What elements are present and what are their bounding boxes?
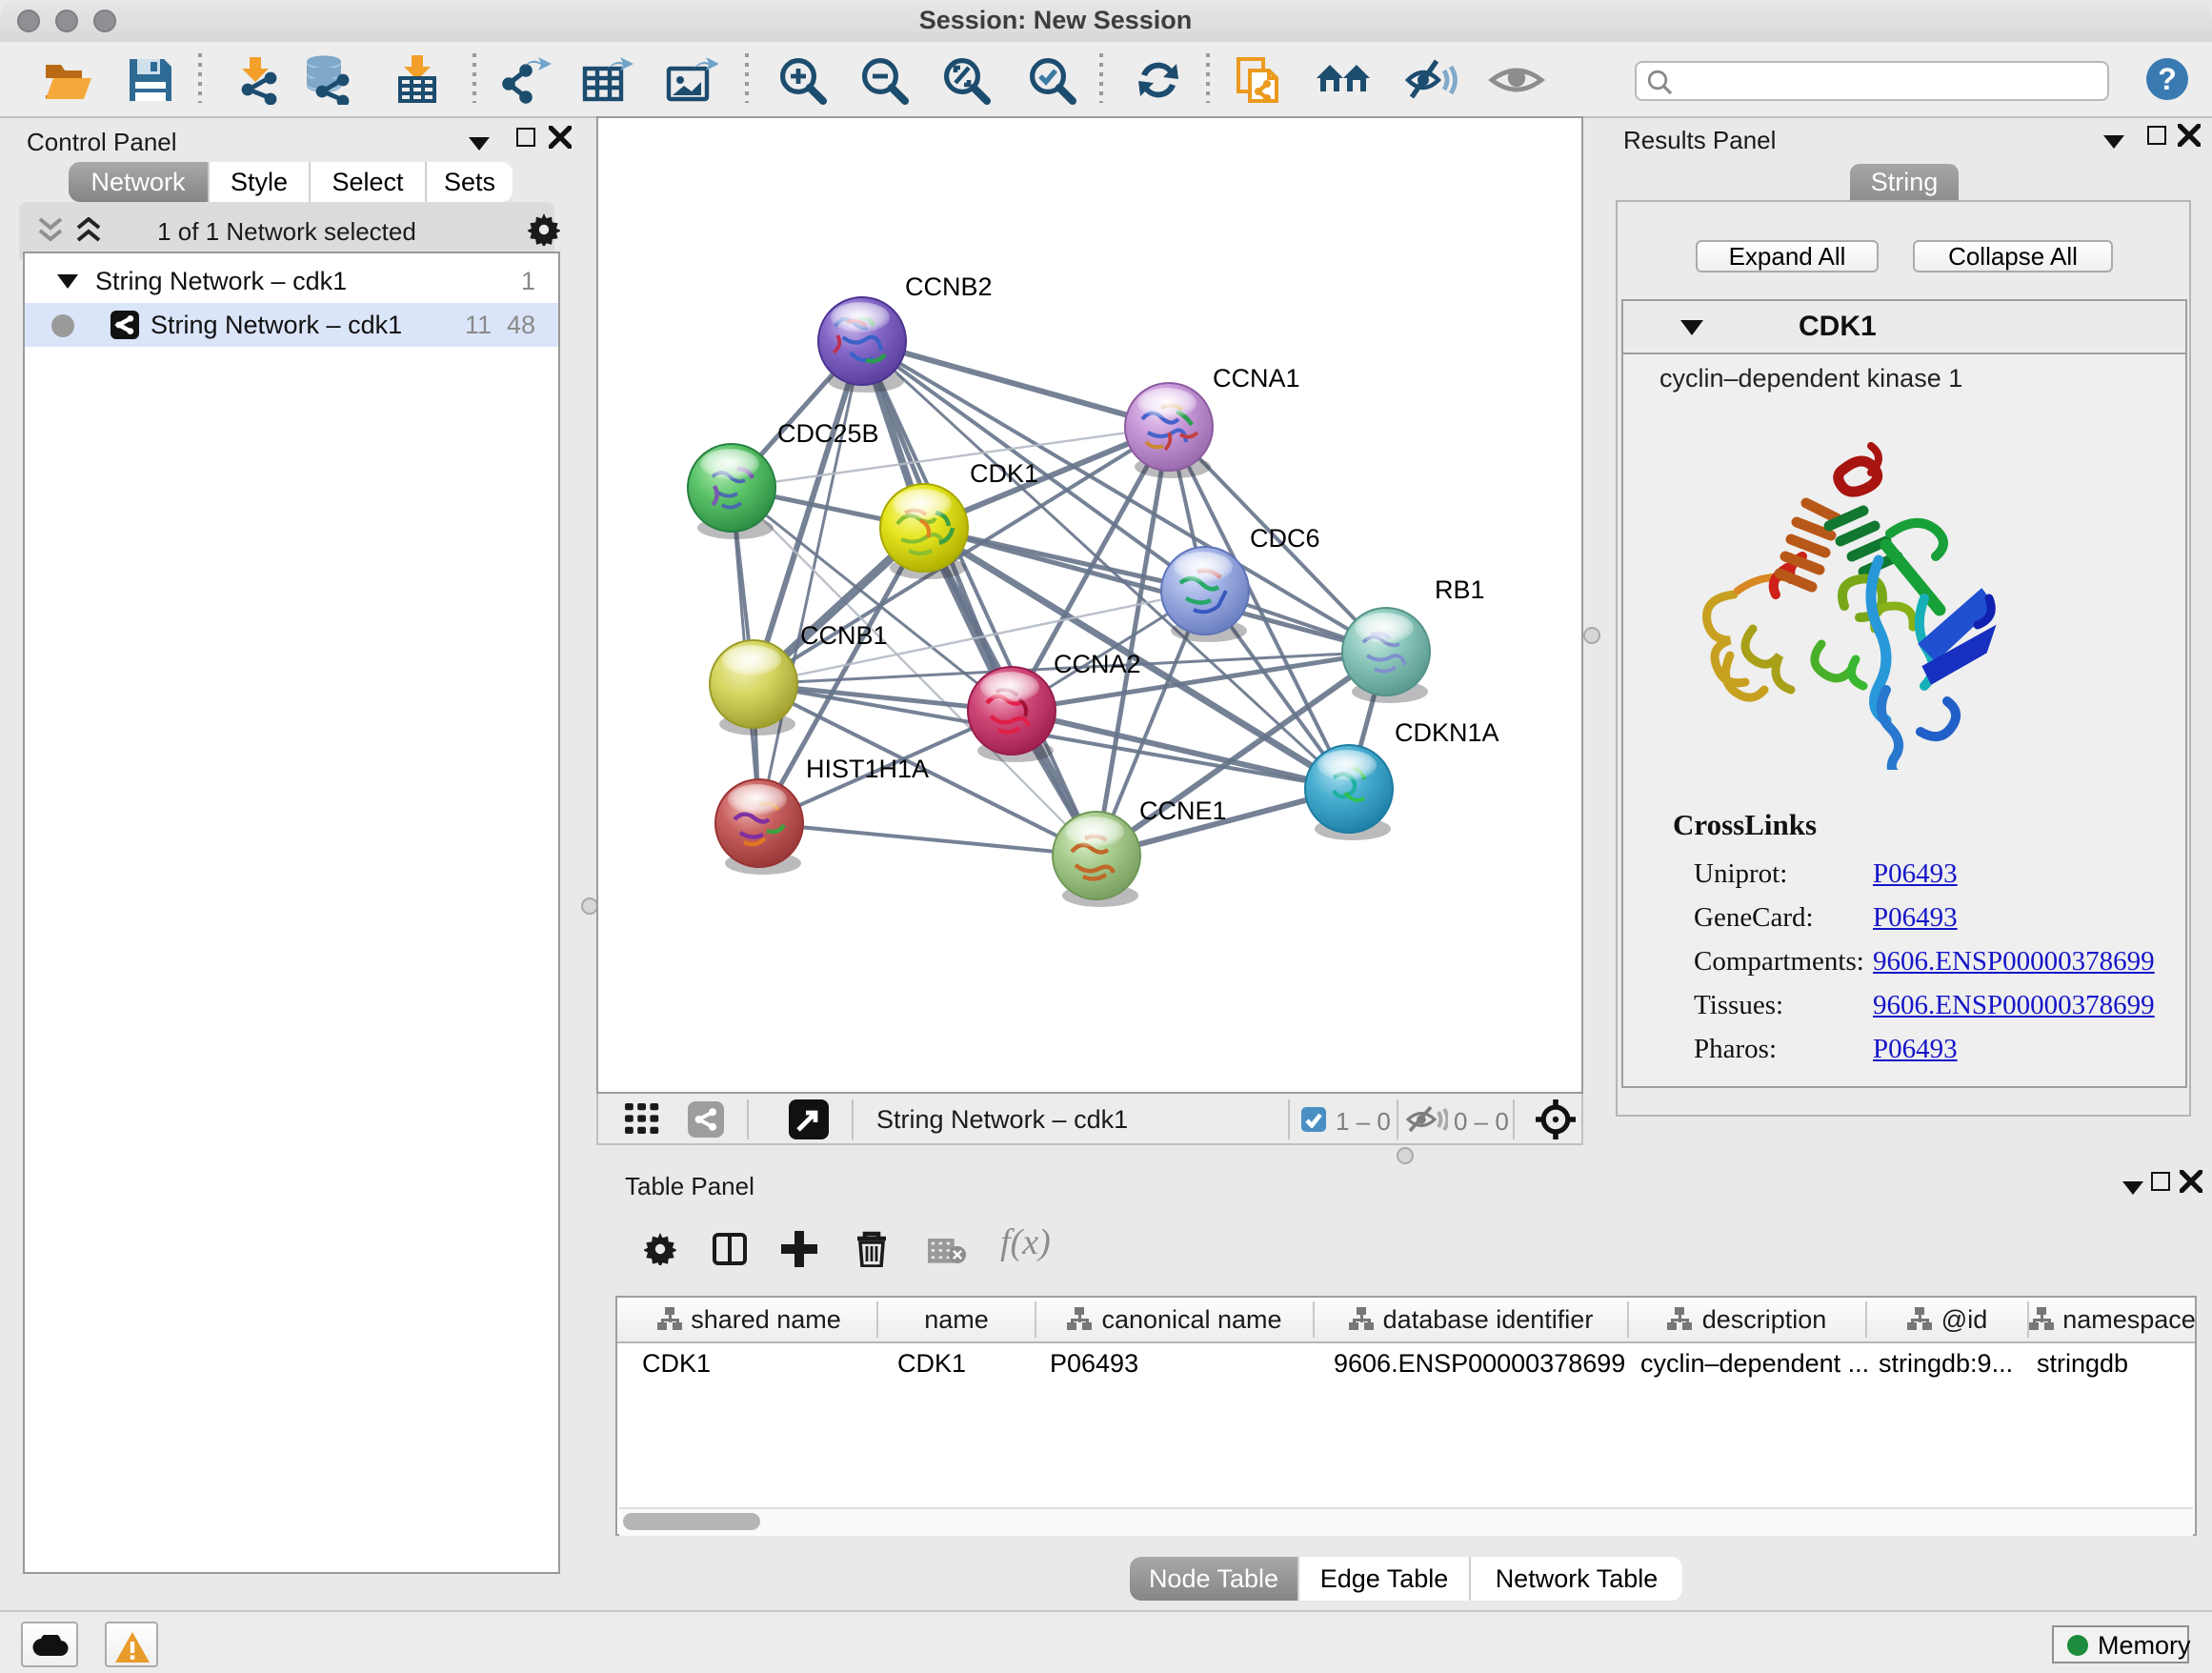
svg-text:CCNB2: CCNB2 xyxy=(905,272,993,301)
svg-text:CDKN1A: CDKN1A xyxy=(1395,718,1499,747)
svg-text:?: ? xyxy=(2158,62,2177,96)
svg-text:CDK1: CDK1 xyxy=(970,459,1038,488)
svg-text:CCNB1: CCNB1 xyxy=(800,621,888,650)
svg-text:CDC25B: CDC25B xyxy=(777,419,879,448)
svg-text:CCNE1: CCNE1 xyxy=(1139,796,1227,825)
svg-text:CDC6: CDC6 xyxy=(1250,524,1320,553)
svg-text:CCNA1: CCNA1 xyxy=(1213,364,1300,393)
svg-text:CCNA2: CCNA2 xyxy=(1054,650,1141,678)
svg-text:HIST1H1A: HIST1H1A xyxy=(806,755,929,783)
svg-text:RB1: RB1 xyxy=(1435,575,1485,604)
